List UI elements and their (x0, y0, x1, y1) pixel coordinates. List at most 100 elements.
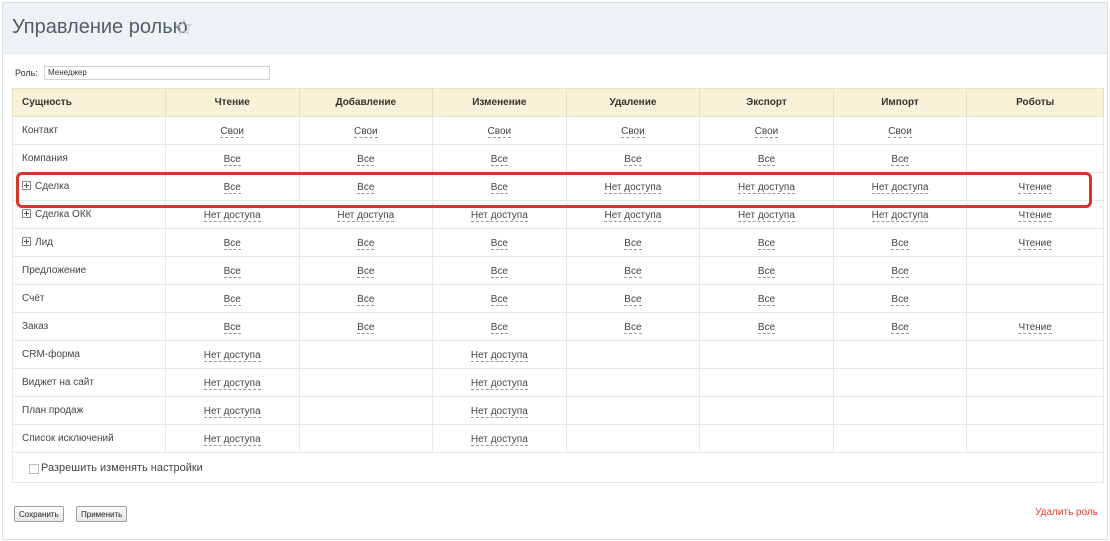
permission-cell: Все (565, 144, 701, 173)
permission-value-link[interactable]: Все (891, 237, 909, 250)
permission-value-link[interactable]: Все (891, 153, 909, 166)
permission-value-link[interactable]: Нет доступа (470, 433, 528, 446)
permission-value-link[interactable]: Свои (487, 125, 512, 138)
table-header-row: Сущность Чтение Добавление Изменение Удалени… (12, 88, 1104, 117)
permission-value-link[interactable]: Все (757, 293, 776, 306)
permission-value-link[interactable]: Все (624, 293, 642, 306)
permission-cell: Чтение (966, 200, 1104, 229)
permission-value-link[interactable]: Все (757, 321, 776, 334)
permission-value-link[interactable]: Все (357, 293, 375, 306)
permission-value-link[interactable]: Свои (220, 125, 244, 138)
permission-cell: Свои (565, 116, 701, 145)
permission-cell: Все (565, 284, 701, 313)
permission-cell (565, 340, 701, 369)
permission-value-link[interactable]: Все (624, 321, 642, 334)
permission-value-link[interactable]: Все (891, 265, 909, 278)
permission-value-link[interactable]: Все (624, 153, 642, 166)
table-row: Предложение Все Все Все Все Все Все (12, 256, 1104, 285)
permission-value-link[interactable]: Нет доступа (738, 209, 795, 222)
permission-value-link[interactable]: Нет доступа (203, 377, 261, 390)
role-name-input[interactable] (44, 66, 270, 80)
permission-value-link[interactable]: Свои (353, 125, 378, 138)
permission-value-link[interactable]: Нет доступа (470, 209, 528, 222)
permission-value-link[interactable]: Все (757, 153, 776, 166)
permission-value-link[interactable]: Нет доступа (738, 181, 795, 194)
star-icon[interactable] (175, 18, 193, 36)
permission-cell (699, 340, 834, 369)
permission-value-link[interactable]: Все (357, 181, 375, 194)
permission-value-link[interactable]: Нет доступа (871, 209, 929, 222)
permission-value-link[interactable]: Все (223, 181, 241, 194)
permission-value-link[interactable]: Все (490, 237, 508, 250)
permission-cell (699, 424, 834, 453)
expand-plus-icon[interactable] (22, 180, 31, 190)
permission-value-link[interactable]: Все (624, 265, 642, 278)
permission-value-link[interactable]: Свои (621, 125, 645, 138)
permission-cell: Нет доступа (298, 200, 434, 229)
permission-value-link[interactable]: Все (223, 237, 241, 250)
permission-value-link[interactable]: Все (757, 265, 776, 278)
permission-value-link[interactable]: Все (223, 265, 241, 278)
permission-cell (298, 340, 434, 369)
delete-role-link[interactable]: Удалить роль (1035, 507, 1098, 518)
permission-value-link[interactable]: Все (891, 321, 909, 334)
permission-value-link[interactable]: Свои (888, 125, 912, 138)
entity-label: Сделка (35, 181, 70, 192)
permission-value-link[interactable]: Все (357, 237, 375, 250)
permission-cell: Свои (832, 116, 968, 145)
permission-value-link[interactable]: Все (490, 293, 508, 306)
permission-value-link[interactable]: Все (357, 265, 375, 278)
permission-cell: Все (432, 312, 567, 341)
table-row: Счёт Все Все Все Все Все Все (12, 284, 1104, 313)
permission-value-link[interactable]: Все (757, 237, 776, 250)
table-row: Виджет на сайт Нет доступа Нет доступа (12, 368, 1104, 397)
permission-cell (966, 424, 1104, 453)
permission-value-link[interactable]: Нет доступа (203, 209, 261, 222)
permission-value-link[interactable]: Нет доступа (470, 349, 528, 362)
permission-value-link[interactable]: Чтение (1018, 237, 1052, 250)
permission-cell (832, 424, 968, 453)
permission-value-link[interactable]: Нет доступа (470, 377, 528, 390)
permission-value-link[interactable]: Чтение (1018, 209, 1052, 222)
permission-cell: Все (832, 312, 968, 341)
permission-value-link[interactable]: Нет доступа (203, 349, 261, 362)
permission-value-link[interactable]: Все (490, 153, 508, 166)
permission-value-link[interactable]: Свои (754, 125, 779, 138)
permission-value-link[interactable]: Нет доступа (203, 433, 261, 446)
permission-value-link[interactable]: Чтение (1018, 321, 1052, 334)
table-row: Заказ Все Все Все Все Все Все Чтение (12, 312, 1104, 341)
permission-value-link[interactable]: Чтение (1018, 181, 1052, 194)
permission-value-link[interactable]: Нет доступа (871, 181, 929, 194)
entity-label: Виджет на сайт (22, 377, 94, 388)
expand-plus-icon[interactable] (22, 236, 31, 246)
permission-value-link[interactable]: Все (490, 181, 508, 194)
entity-cell: Сделка (12, 172, 166, 201)
permission-value-link[interactable]: Все (624, 237, 642, 250)
permission-value-link[interactable]: Все (223, 293, 241, 306)
permission-value-link[interactable]: Нет доступа (604, 209, 662, 222)
save-button[interactable]: Сохранить (14, 506, 64, 522)
permission-value-link[interactable]: Нет доступа (203, 405, 261, 418)
table-row: Лид Все Все Все Все Все Все Чтение (12, 228, 1104, 257)
permission-value-link[interactable]: Все (891, 293, 909, 306)
permission-cell: Все (565, 228, 701, 257)
permission-cell: Свои (699, 116, 834, 145)
permission-value-link[interactable]: Нет доступа (470, 405, 528, 418)
permission-cell: Нет доступа (164, 200, 300, 229)
entity-label: Контакт (22, 125, 59, 136)
table-row: Сделка Все Все Все Нет доступа Нет доступа Нет… (12, 172, 1104, 201)
permission-value-link[interactable]: Все (490, 265, 508, 278)
allow-settings-checkbox[interactable] (29, 464, 39, 474)
permission-value-link[interactable]: Все (223, 321, 241, 334)
permission-cell (298, 424, 434, 453)
entity-cell: Предложение (12, 256, 166, 285)
apply-button[interactable]: Применить (76, 506, 128, 522)
permission-value-link[interactable]: Все (490, 321, 508, 334)
permission-value-link[interactable]: Все (357, 153, 375, 166)
permission-value-link[interactable]: Все (223, 153, 241, 166)
permission-value-link[interactable]: Нет доступа (604, 181, 662, 194)
permission-value-link[interactable]: Все (357, 321, 375, 334)
permission-value-link[interactable]: Нет доступа (337, 209, 395, 222)
expand-plus-icon[interactable] (22, 208, 31, 218)
table-row: План продаж Нет доступа Нет доступа (12, 396, 1104, 425)
